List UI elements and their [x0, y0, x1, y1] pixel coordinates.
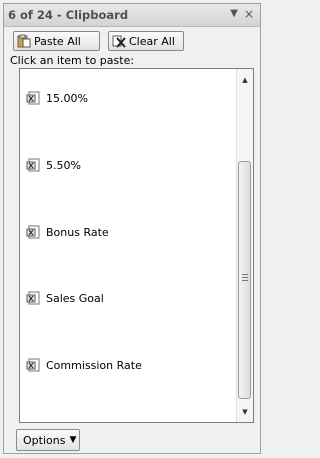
pane-title: 6 of 24 - Clipboard [8, 8, 129, 22]
paste-icon [17, 34, 31, 48]
pane-titlebar: 6 of 24 - Clipboard ▼ × [4, 4, 260, 27]
scroll-thumb[interactable] [238, 161, 251, 399]
grip-icon [242, 274, 248, 281]
close-icon[interactable]: × [244, 7, 254, 21]
options-label: Options [23, 433, 66, 447]
clear-all-icon [112, 35, 126, 48]
clear-all-label: Clear All [129, 34, 175, 48]
vertical-scrollbar[interactable]: ▲ ▼ [236, 69, 253, 422]
excel-clip-icon [26, 358, 40, 372]
scroll-down-icon[interactable]: ▼ [237, 408, 253, 416]
clipboard-item[interactable]: Bonus Rate [26, 222, 109, 242]
clipboard-item[interactable]: Commission Rate [26, 355, 142, 375]
clipboard-item-label: 5.50% [46, 158, 81, 172]
options-button[interactable]: Options ▼ [16, 429, 80, 451]
clipboard-item[interactable]: Sales Goal [26, 288, 104, 308]
paste-all-label: Paste All [34, 34, 81, 48]
clipboard-item-label: Commission Rate [46, 358, 142, 372]
paste-all-button[interactable]: Paste All [13, 31, 100, 51]
clipboard-item-list: 15.00% 5.50% Bonus Rate Sales Goal Commi… [19, 68, 254, 423]
excel-clip-icon [26, 158, 40, 172]
clipboard-item-label: 15.00% [46, 91, 88, 105]
clipboard-item-label: Sales Goal [46, 291, 104, 305]
clipboard-item[interactable]: 15.00% [26, 88, 88, 108]
clipboard-task-pane: 6 of 24 - Clipboard ▼ × Paste All Clear … [3, 3, 261, 454]
clipboard-item-label: Bonus Rate [46, 225, 109, 239]
clipboard-item[interactable]: 5.50% [26, 155, 81, 175]
excel-clip-icon [26, 291, 40, 305]
scroll-up-icon[interactable]: ▲ [237, 76, 253, 84]
excel-clip-icon [26, 91, 40, 105]
paste-instruction: Click an item to paste: [10, 54, 135, 67]
clear-all-button[interactable]: Clear All [108, 31, 184, 51]
dropdown-arrow-icon[interactable]: ▼ [230, 8, 238, 19]
excel-clip-icon [26, 225, 40, 239]
chevron-down-icon: ▼ [69, 435, 77, 445]
